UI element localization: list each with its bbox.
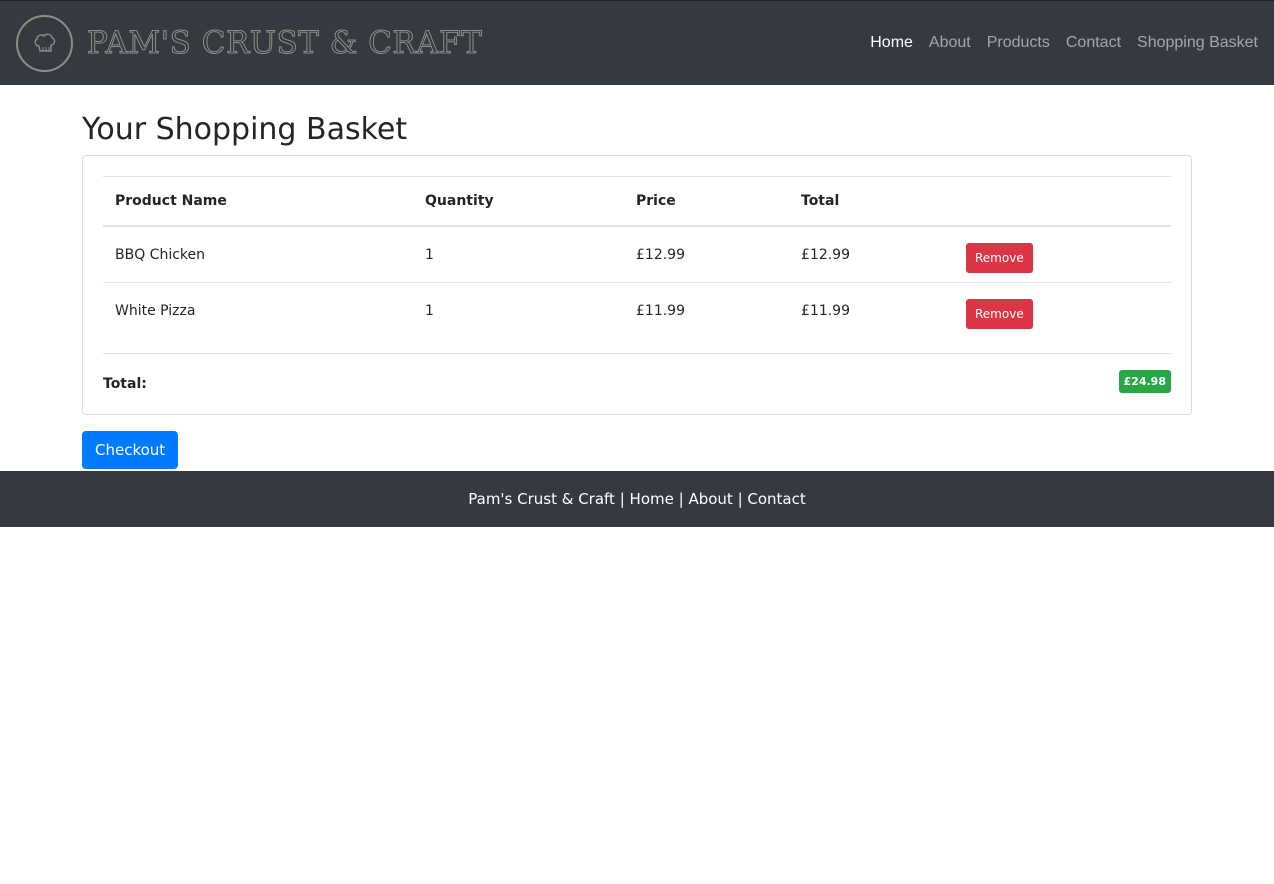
column-header-price: Price <box>624 176 789 227</box>
footer-link-about[interactable]: About <box>688 490 732 508</box>
checkout-button[interactable]: Checkout <box>82 431 179 469</box>
nav-home[interactable]: Home <box>870 34 913 52</box>
total-label: Total: <box>103 375 147 392</box>
nav-about[interactable]: About <box>929 34 971 52</box>
nav-contact[interactable]: Contact <box>1066 34 1121 52</box>
brand-name[interactable]: PAM'S CRUST & CRAFT <box>86 25 482 62</box>
remove-button[interactable]: Remove <box>966 298 1033 329</box>
navbar: PAM'S CRUST & CRAFT Home About Products … <box>0 0 1274 85</box>
action-cell: Remove <box>954 283 1171 339</box>
table-row: BBQ Chicken 1 £12.99 £12.99 Remove <box>103 226 1171 283</box>
footer-separator: | <box>732 490 748 508</box>
product-quantity: 1 <box>425 302 434 319</box>
footer-separator: | <box>673 490 689 508</box>
main-nav: Home About Products Contact Shopping Bas… <box>854 34 1258 52</box>
product-price: £12.99 <box>624 226 789 283</box>
footer: Pam's Crust & Craft | Home | About | Con… <box>0 471 1274 527</box>
footer-separator: | <box>614 490 630 508</box>
product-quantity: 1 <box>413 226 624 283</box>
column-header-quantity: Quantity <box>413 176 624 227</box>
main-container: Your Shopping Basket Product Name Quanti… <box>82 85 1192 469</box>
action-cell: Remove <box>954 226 1171 283</box>
nav-shopping-basket[interactable]: Shopping Basket <box>1137 34 1258 52</box>
column-header-product-name: Product Name <box>103 176 413 227</box>
product-name: White Pizza <box>115 302 196 319</box>
footer-link-home[interactable]: Home <box>630 490 674 508</box>
column-header-action <box>954 176 1171 227</box>
chef-hat-icon[interactable] <box>16 14 73 72</box>
product-total: £11.99 <box>801 302 850 319</box>
footer-brand: Pam's Crust & Craft <box>468 490 615 508</box>
product-name: BBQ Chicken <box>103 226 413 283</box>
basket-card: Product Name Quantity Price Total BBQ Ch… <box>82 155 1192 415</box>
total-badge: £24.98 <box>1118 370 1171 393</box>
table-header-row: Product Name Quantity Price Total <box>103 176 1171 227</box>
remove-button[interactable]: Remove <box>966 242 1033 273</box>
column-header-total: Total <box>789 176 954 227</box>
footer-link-contact[interactable]: Contact <box>747 490 805 508</box>
nav-products[interactable]: Products <box>987 34 1050 52</box>
basket-table: Product Name Quantity Price Total BBQ Ch… <box>103 176 1171 338</box>
product-price: £11.99 <box>636 302 685 319</box>
brand[interactable]: PAM'S CRUST & CRAFT <box>16 14 482 72</box>
product-total: £12.99 <box>789 226 954 283</box>
table-row: White Pizza 1 £11.99 £11.99 Remove <box>103 283 1171 339</box>
basket-total-row: Total: £24.98 <box>103 353 1171 411</box>
page-title: Your Shopping Basket <box>82 112 408 147</box>
